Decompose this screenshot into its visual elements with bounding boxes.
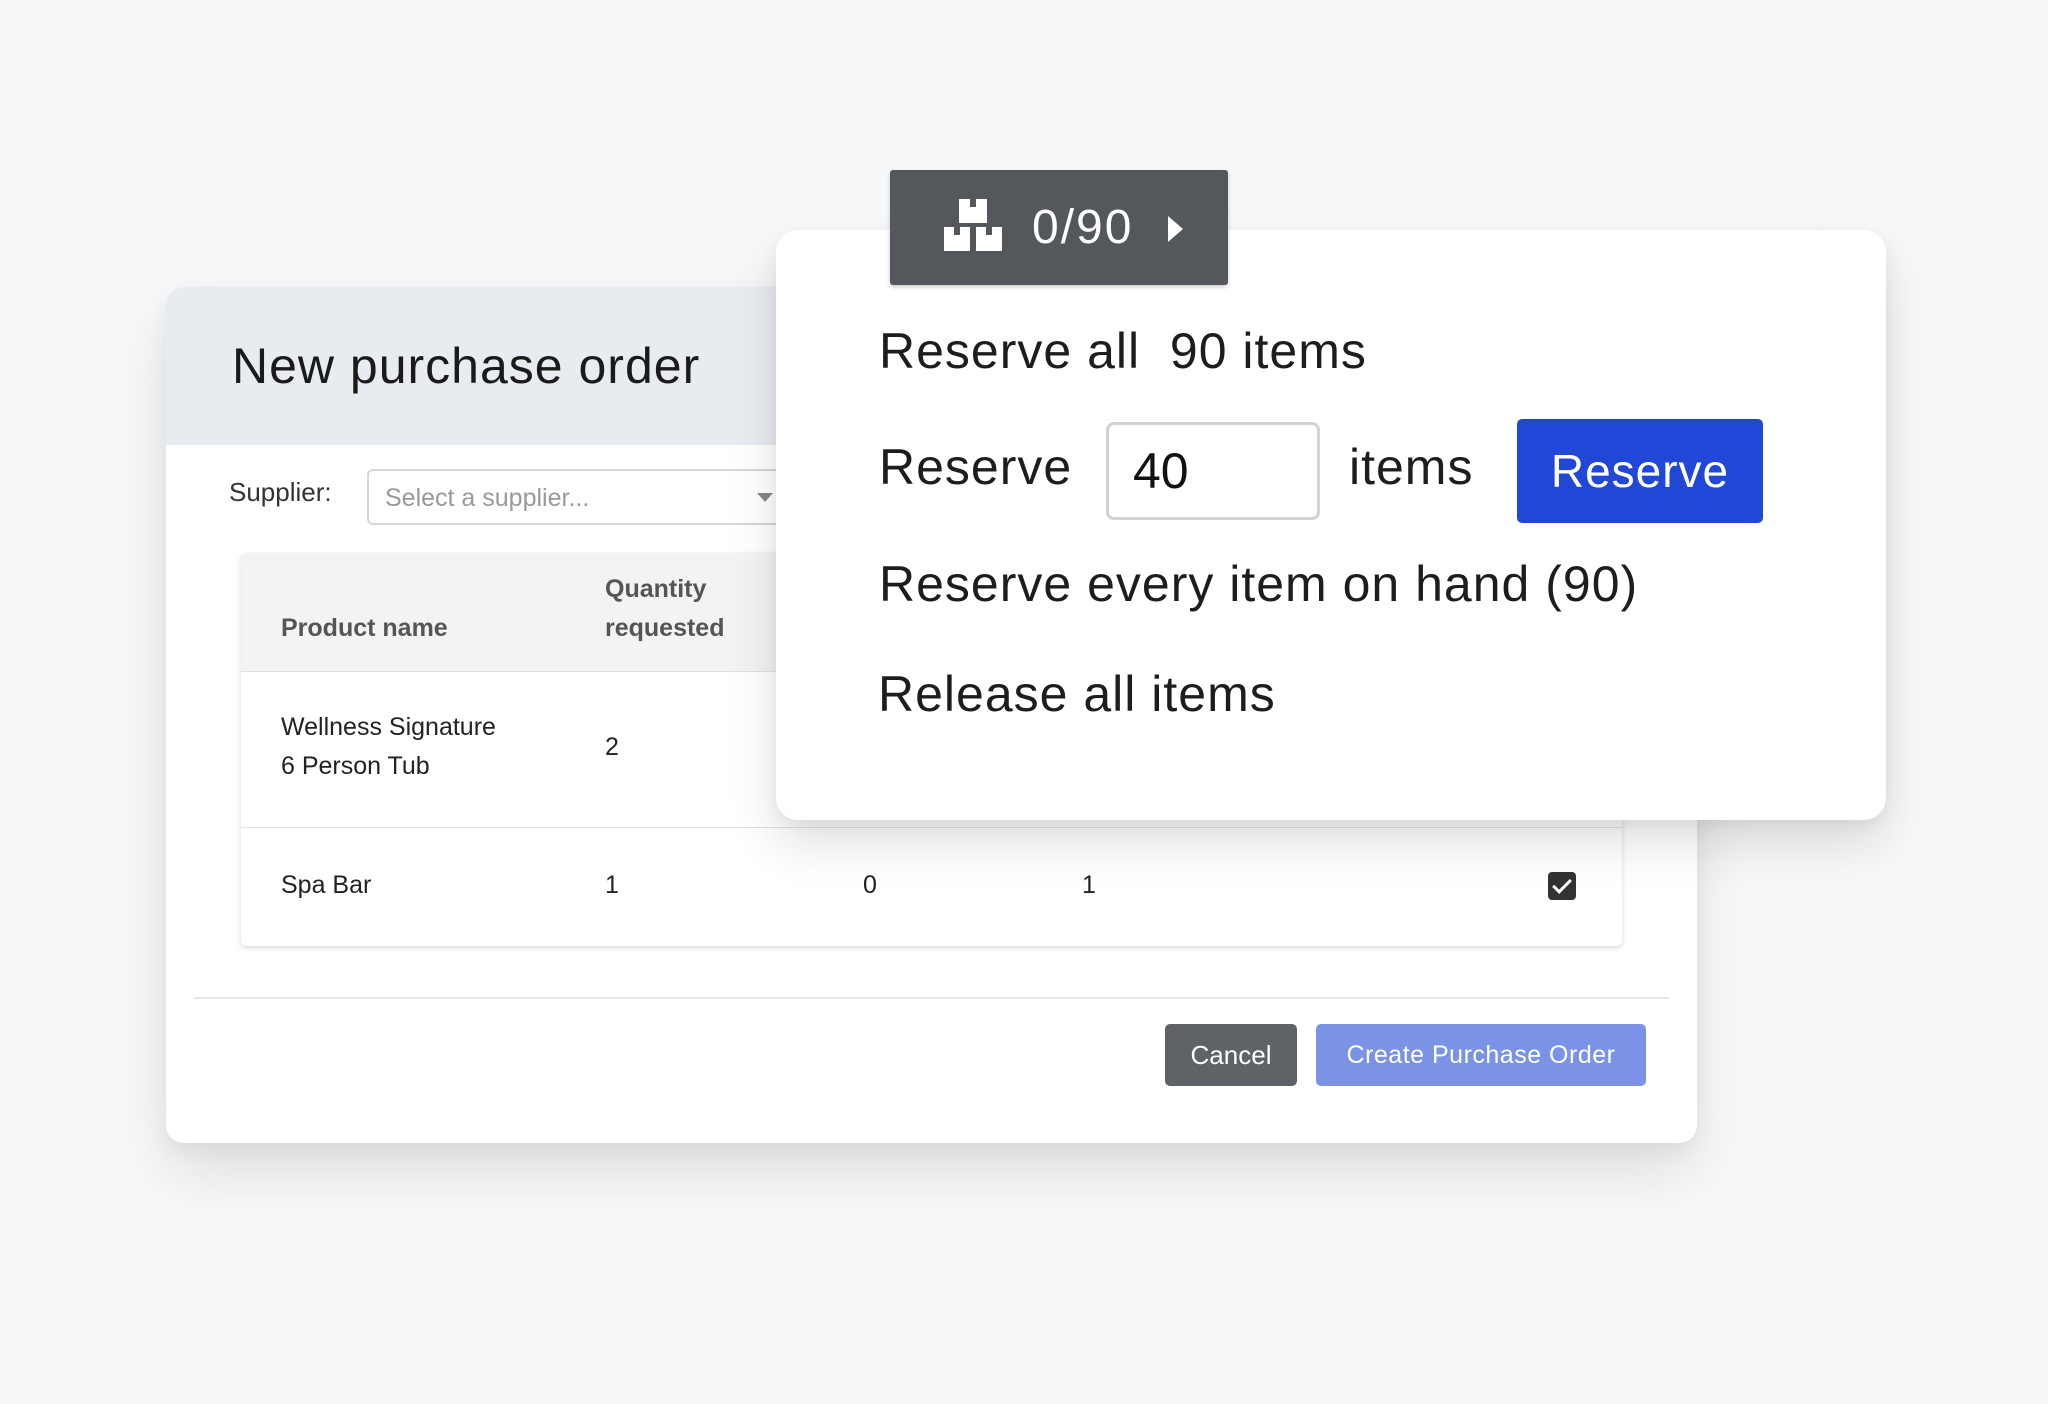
quantity-cell: 1	[605, 871, 619, 899]
product-name-line1: Wellness Signature	[281, 713, 496, 741]
checkbox-checked-icon[interactable]	[1548, 872, 1576, 900]
product-name-cell: Wellness Signature 6 Person Tub	[281, 708, 496, 786]
caret-down-icon	[757, 493, 773, 502]
quantity-cell: 2	[605, 733, 619, 761]
reserve-label: Reserve	[879, 439, 1073, 495]
reserve-on-hand-label: Reserve every item on hand	[879, 556, 1531, 612]
items-label: items	[1349, 439, 1474, 495]
boxes-icon	[944, 199, 1002, 251]
release-all-option[interactable]: Release all items	[878, 665, 1276, 723]
page-title: New purchase order	[232, 338, 701, 394]
reservation-counter: 0/90	[1032, 201, 1134, 254]
reserve-all-count: 90 items	[1169, 323, 1367, 379]
header-quantity-requested: Quantity requested	[605, 570, 724, 648]
supplier-placeholder: Select a supplier...	[385, 484, 590, 512]
reserve-on-hand-option[interactable]: Reserve every item on hand (90)	[879, 555, 1638, 613]
supplier-label: Supplier:	[229, 477, 332, 507]
on-hand-count: (90)	[1545, 556, 1639, 612]
product-name-line2: 6 Person Tub	[281, 752, 430, 780]
table-row: Spa Bar 1 0 1	[241, 828, 1622, 946]
supplier-select[interactable]: Select a supplier...	[367, 469, 797, 525]
reservation-counter-button[interactable]: 0/90	[890, 170, 1228, 285]
header-quantity-line2: requested	[605, 614, 725, 642]
reserve-all-prefix: Reserve all	[879, 323, 1141, 379]
reserve-popover: Reserve all 90 items Reserve items Reser…	[776, 230, 1886, 820]
header-quantity-line1: Quantity	[605, 575, 707, 603]
product-name-cell: Spa Bar	[281, 871, 372, 899]
reserve-all-option[interactable]: Reserve all 90 items	[879, 322, 1367, 380]
column-3-cell: 0	[863, 871, 877, 899]
header-product-name: Product name	[281, 614, 448, 642]
cancel-button[interactable]: Cancel	[1165, 1024, 1297, 1086]
column-4-cell: 1	[1082, 871, 1096, 899]
reserve-button[interactable]: Reserve	[1517, 419, 1763, 523]
reserve-quantity-input[interactable]	[1106, 422, 1320, 520]
play-icon	[1168, 216, 1183, 242]
create-purchase-order-button[interactable]: Create Purchase Order	[1316, 1024, 1646, 1086]
footer-divider	[194, 997, 1669, 999]
